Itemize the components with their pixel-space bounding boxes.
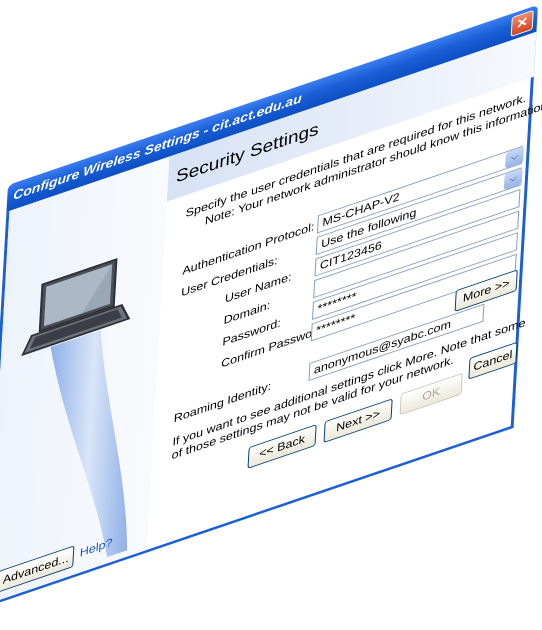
cancel-button[interactable]: Cancel (468, 341, 518, 380)
wizard-window: Configure Wireless Settings - cit.act.ed… (0, 4, 542, 609)
left-graphic-panel (0, 156, 170, 605)
close-icon: ✕ (515, 13, 529, 32)
screenshot-stage: Configure Wireless Settings - cit.act.ed… (0, 0, 542, 630)
